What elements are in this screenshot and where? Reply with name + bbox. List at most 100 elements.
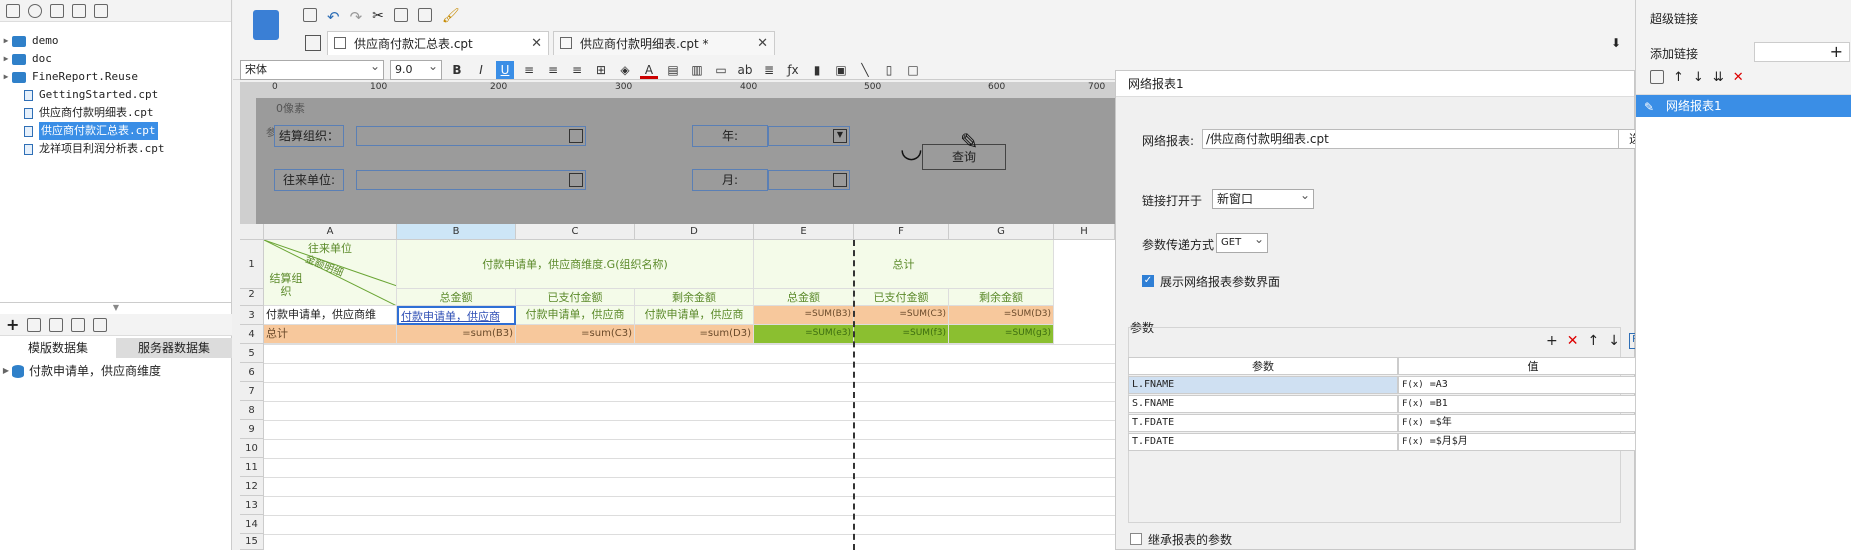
cell-D3[interactable]: 付款申请单，供应商: [635, 306, 754, 325]
param-name-cell[interactable]: T.FDATE: [1128, 414, 1398, 432]
border-icon[interactable]: ⊞: [592, 61, 610, 79]
remove-icon[interactable]: ✕: [1733, 70, 1744, 85]
align-left-icon[interactable]: ≡: [520, 61, 538, 79]
add-link-button[interactable]: +: [1754, 42, 1850, 62]
cell-A3[interactable]: 付款申请单，供应商维: [264, 306, 397, 325]
tree-item-detail-report[interactable]: 供应商付款明细表.cpt: [0, 104, 231, 122]
org-label[interactable]: 结算组织：: [274, 125, 344, 147]
cell-E2[interactable]: 总金额: [754, 289, 854, 306]
row-header[interactable]: 11: [240, 458, 264, 477]
grid-view-icon[interactable]: [305, 35, 321, 51]
unit-label[interactable]: 往来单位:: [274, 169, 344, 191]
org-input[interactable]: [356, 126, 586, 146]
insert-element-icon[interactable]: ▭: [712, 61, 730, 79]
save-icon[interactable]: [303, 8, 317, 22]
inherit-params-checkbox[interactable]: [1130, 533, 1142, 545]
undo-icon[interactable]: ↶: [327, 8, 340, 26]
fill-color-icon[interactable]: ◈: [616, 61, 634, 79]
row-header[interactable]: 13: [240, 496, 264, 515]
tree-item-summary-report[interactable]: 供应商付款汇总表.cpt: [0, 122, 231, 140]
tab-template-dataset[interactable]: 模版数据集: [0, 338, 116, 358]
unmerge-cells-icon[interactable]: ▥: [688, 61, 706, 79]
formula-icon[interactable]: F(x): [1402, 399, 1424, 409]
corner-header[interactable]: [240, 224, 264, 240]
move-down-icon[interactable]: ↓: [1693, 70, 1704, 85]
cell-B1[interactable]: 付款申请单，供应商维度.G(组织名称): [397, 240, 754, 289]
formula-icon[interactable]: F(x): [1402, 380, 1424, 390]
bold-button[interactable]: B: [448, 61, 466, 79]
add-param-icon[interactable]: +: [1546, 333, 1558, 349]
tab-server-dataset[interactable]: 服务器数据集: [116, 338, 232, 358]
copy-icon[interactable]: [1650, 70, 1664, 84]
row-header[interactable]: 3: [240, 306, 264, 325]
font-family-select[interactable]: 宋体: [240, 57, 384, 80]
copy-icon[interactable]: [393, 8, 408, 22]
row-header[interactable]: 15: [240, 534, 264, 550]
lock-icon[interactable]: [72, 3, 86, 18]
cell-F2[interactable]: 已支付金额: [854, 289, 949, 306]
tab-list-icon[interactable]: ⬇: [1611, 36, 1621, 50]
column-header[interactable]: B: [397, 224, 516, 240]
cell-E4[interactable]: =SUM(e3): [754, 325, 854, 344]
font-color-icon[interactable]: A: [640, 61, 658, 79]
paste-icon[interactable]: [417, 8, 432, 22]
cell-D4[interactable]: =sum(D3): [635, 325, 754, 344]
underline-button[interactable]: U: [496, 61, 514, 79]
formula-icon[interactable]: F(x): [1402, 418, 1424, 428]
cell-C2[interactable]: 已支付金额: [516, 289, 635, 306]
param-name-cell[interactable]: S.FNAME: [1128, 395, 1398, 413]
cell-E3[interactable]: =SUM(B3): [754, 306, 854, 325]
row-header[interactable]: 14: [240, 515, 264, 534]
delete-icon[interactable]: [49, 317, 64, 332]
method-select[interactable]: GET: [1216, 230, 1268, 253]
row-header[interactable]: 7: [240, 382, 264, 401]
cell-C3[interactable]: 付款申请单，供应商: [516, 306, 635, 325]
dataset-item[interactable]: ▶ 付款申请单，供应商维度: [0, 362, 161, 380]
link-item[interactable]: ✎ 网络报表1: [1636, 95, 1851, 117]
formula-icon[interactable]: ƒx: [784, 61, 802, 79]
cell-A4[interactable]: 总计: [264, 325, 397, 344]
column-header[interactable]: D: [635, 224, 754, 240]
slash-icon[interactable]: ╲: [856, 61, 874, 79]
column-header[interactable]: A: [264, 224, 397, 240]
close-icon[interactable]: ✕: [531, 32, 542, 56]
add-dataset-icon[interactable]: +: [6, 315, 19, 334]
tab-detail-report[interactable]: 供应商付款明细表.cpt * ✕: [553, 31, 775, 55]
param-value-cell[interactable]: F(x) =B1: [1398, 395, 1668, 413]
chart-icon[interactable]: ▮: [808, 61, 826, 79]
preview-icon[interactable]: [71, 317, 86, 332]
month-label[interactable]: 月:: [692, 169, 768, 191]
cell-B4[interactable]: =sum(B3): [397, 325, 516, 344]
unit-input[interactable]: [356, 170, 586, 190]
tree-item-finereport-reuse[interactable]: ▶ FineReport.Reuse: [0, 68, 231, 86]
param-name-cell[interactable]: T.FDATE: [1128, 433, 1398, 451]
subreport-icon[interactable]: ▯: [880, 61, 898, 79]
close-icon[interactable]: ✕: [757, 32, 768, 56]
year-label[interactable]: 年:: [692, 125, 768, 147]
cell-G2[interactable]: 剩余金额: [949, 289, 1054, 306]
format-painter-icon[interactable]: 🖌: [442, 8, 460, 26]
edit-pencil-icon[interactable]: ✎: [960, 130, 978, 155]
tree-item-demo[interactable]: ▶ demo: [0, 32, 231, 50]
row-header[interactable]: 1: [240, 240, 264, 289]
row-header[interactable]: 6: [240, 363, 264, 382]
italic-button[interactable]: I: [472, 61, 490, 79]
splitter[interactable]: ▼: [0, 302, 232, 312]
report-path-input[interactable]: /供应商付款明细表.cpt: [1202, 129, 1620, 149]
param-name-cell[interactable]: L.FNAME: [1128, 376, 1398, 394]
delete-icon[interactable]: [94, 3, 108, 18]
properties-icon[interactable]: [50, 3, 64, 18]
expand-icon[interactable]: ▶: [0, 68, 12, 86]
cut-icon[interactable]: ✂: [372, 8, 384, 26]
row-header[interactable]: 8: [240, 401, 264, 420]
dropdown-icon[interactable]: [833, 173, 847, 187]
sort-icon[interactable]: ⇊: [1713, 70, 1724, 85]
param-value-cell[interactable]: F(x) =$年: [1398, 414, 1668, 432]
expand-icon[interactable]: ▶: [0, 362, 12, 380]
formula-icon[interactable]: F(x): [1402, 437, 1424, 447]
tree-select-icon[interactable]: [569, 129, 583, 143]
row-header[interactable]: 2: [240, 289, 264, 306]
align-center-icon[interactable]: ≡: [544, 61, 562, 79]
cell-B2[interactable]: 总金额: [397, 289, 516, 306]
row-header[interactable]: 4: [240, 325, 264, 344]
